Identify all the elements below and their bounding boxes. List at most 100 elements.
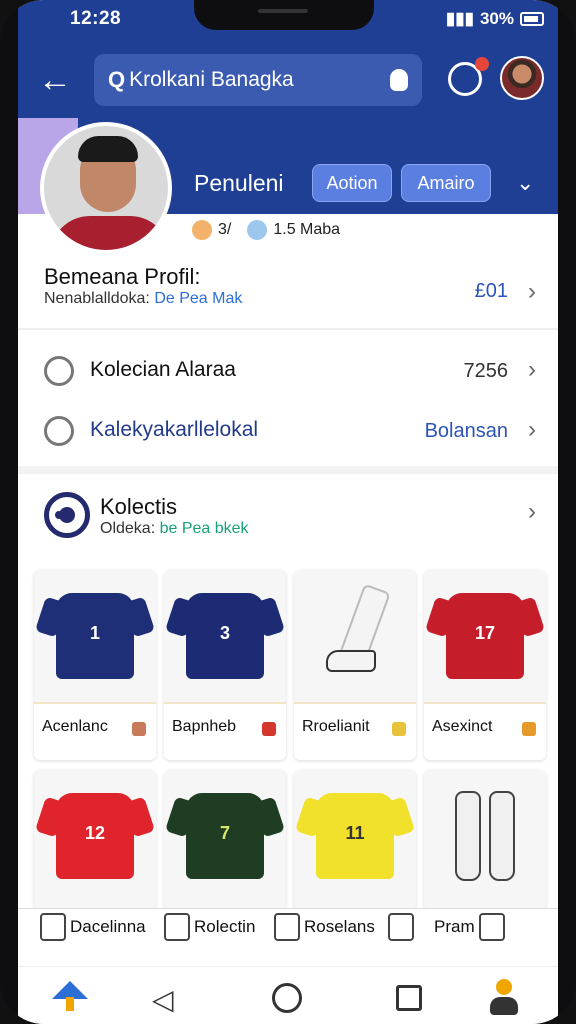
tag-icon bbox=[392, 722, 406, 736]
divider bbox=[18, 328, 558, 330]
product-label-text: Rroelianit bbox=[302, 718, 370, 735]
jersey-number: 17 bbox=[474, 623, 496, 643]
tag-icon bbox=[262, 722, 276, 736]
product-image bbox=[294, 570, 416, 702]
profile-photo-hair bbox=[78, 136, 138, 162]
sock-foot bbox=[326, 650, 376, 672]
profile-name: Penuleni bbox=[194, 170, 284, 196]
avatar[interactable] bbox=[500, 56, 544, 100]
product-image: 11 bbox=[294, 770, 416, 902]
stat-b: 1.5 Maba bbox=[273, 221, 341, 238]
house-icon bbox=[478, 913, 505, 941]
action-button[interactable]: Aotion bbox=[312, 164, 392, 202]
boots-icon bbox=[455, 791, 515, 881]
document-icon bbox=[164, 913, 190, 941]
section-subtitle: Nenablalldoka: De Pea Mak bbox=[44, 290, 242, 308]
product-card[interactable]: 11 bbox=[294, 770, 416, 910]
amairo-button[interactable]: Amairo bbox=[401, 164, 491, 202]
notification-icon[interactable] bbox=[448, 57, 489, 96]
tab-item[interactable]: Rolectin bbox=[164, 913, 255, 941]
jersey-number: 7 bbox=[219, 823, 230, 843]
recents-square-icon[interactable] bbox=[396, 985, 422, 1011]
boot-right bbox=[489, 791, 515, 881]
product-card[interactable]: 17 Asexinct bbox=[424, 570, 546, 760]
product-card[interactable]: 3 Bapnheb bbox=[164, 570, 286, 760]
product-card[interactable]: 7 bbox=[164, 770, 286, 910]
section-value: £01 bbox=[474, 280, 508, 302]
status-right: ▮▮▮ 30% bbox=[446, 9, 544, 29]
search-text: Krolkani Banagka bbox=[129, 68, 294, 91]
product-label: Rroelianit bbox=[294, 702, 416, 760]
collection-sub-highlight[interactable]: be Pea bkek bbox=[160, 520, 249, 537]
mic-icon[interactable] bbox=[390, 69, 408, 91]
battery-icon bbox=[520, 12, 544, 26]
row-label[interactable]: Kolecian Alaraa bbox=[90, 358, 236, 382]
collection-icon bbox=[44, 492, 90, 538]
sock-icon bbox=[326, 583, 391, 686]
product-card[interactable]: Rroelianit bbox=[294, 570, 416, 760]
section-sub-highlight[interactable]: De Pea Mak bbox=[154, 290, 242, 307]
collection-sub-label: Oldeka: bbox=[100, 520, 156, 537]
boot-left bbox=[455, 791, 481, 881]
check-shield-icon bbox=[44, 416, 74, 446]
chevron-down-icon[interactable]: ⌄ bbox=[516, 170, 534, 196]
jersey-icon: 12 bbox=[56, 793, 134, 879]
home-circle-icon[interactable] bbox=[272, 983, 302, 1013]
section-gap bbox=[18, 466, 558, 474]
chevron-right-icon[interactable]: › bbox=[528, 498, 536, 526]
jersey-icon: 1 bbox=[56, 593, 134, 679]
product-image: 12 bbox=[34, 770, 156, 902]
profile-icon[interactable] bbox=[488, 979, 520, 1015]
back-triangle-icon[interactable]: ◁ bbox=[152, 983, 174, 1016]
tab-item[interactable]: Dacelinna bbox=[40, 913, 146, 941]
product-card[interactable]: 1 Acenlanc bbox=[34, 570, 156, 760]
section-title: Bemeana Profil: bbox=[44, 264, 201, 289]
system-nav-bar: ◁ bbox=[18, 966, 558, 1024]
notch bbox=[194, 0, 374, 30]
product-card[interactable]: 12 bbox=[34, 770, 156, 910]
product-label-text: Asexinct bbox=[432, 718, 493, 735]
home-icon bbox=[40, 913, 66, 941]
product-image: 3 bbox=[164, 570, 286, 702]
row-value: Bolansan bbox=[424, 420, 508, 442]
tab-item[interactable]: Roselans bbox=[274, 913, 375, 941]
profile-photo[interactable] bbox=[40, 122, 172, 254]
chevron-right-icon[interactable]: › bbox=[528, 416, 536, 444]
stat-b-icon bbox=[247, 220, 268, 240]
product-card[interactable] bbox=[424, 770, 546, 910]
profile-stats: 3/ 1.5 Maba bbox=[192, 220, 340, 240]
chevron-right-icon[interactable]: › bbox=[528, 278, 536, 306]
row-value: 7256 bbox=[463, 360, 509, 382]
category-tab-bar: Dacelinna Rolectin Roselans Pram bbox=[18, 908, 558, 966]
screen: 12:28 ▮▮▮ 30% ← Q Krolkani Banagka Penul… bbox=[18, 0, 558, 1024]
battery-percent: 30% bbox=[479, 9, 514, 28]
search-icon: Q bbox=[108, 67, 126, 92]
product-image bbox=[424, 770, 546, 902]
product-label-text: Acenlanc bbox=[42, 718, 108, 735]
section-sub-label: Nenablalldoka: bbox=[44, 290, 150, 307]
row-label[interactable]: Kalekyakarllelokal bbox=[90, 418, 258, 442]
tag-outline-icon bbox=[274, 913, 300, 941]
tag-icon bbox=[132, 722, 146, 736]
signal-icon: ▮▮▮ bbox=[445, 9, 474, 28]
jersey-icon: 11 bbox=[316, 793, 394, 879]
status-bar: 12:28 ▮▮▮ 30% bbox=[18, 0, 558, 44]
tab-item[interactable]: Pram bbox=[434, 913, 505, 941]
tab-label: Rolectin bbox=[194, 917, 256, 936]
jersey-icon: 3 bbox=[186, 593, 264, 679]
product-label: Acenlanc bbox=[34, 702, 156, 760]
chevron-right-icon[interactable]: › bbox=[528, 356, 536, 384]
back-arrow-icon[interactable]: ← bbox=[38, 62, 78, 102]
home-icon[interactable] bbox=[52, 981, 88, 1011]
search-bar[interactable]: Q Krolkani Banagka bbox=[94, 54, 422, 106]
shield-icon bbox=[44, 356, 74, 386]
status-time: 12:28 bbox=[70, 8, 122, 29]
product-label: Asexinct bbox=[424, 702, 546, 760]
camera-icon bbox=[388, 913, 414, 941]
product-label: Bapnheb bbox=[164, 702, 286, 760]
tab-item[interactable] bbox=[388, 913, 418, 941]
stat-a: 3/ bbox=[218, 221, 232, 238]
product-image: 17 bbox=[424, 570, 546, 702]
jersey-number: 12 bbox=[84, 823, 106, 843]
phone-frame: 12:28 ▮▮▮ 30% ← Q Krolkani Banagka Penul… bbox=[0, 0, 576, 1024]
